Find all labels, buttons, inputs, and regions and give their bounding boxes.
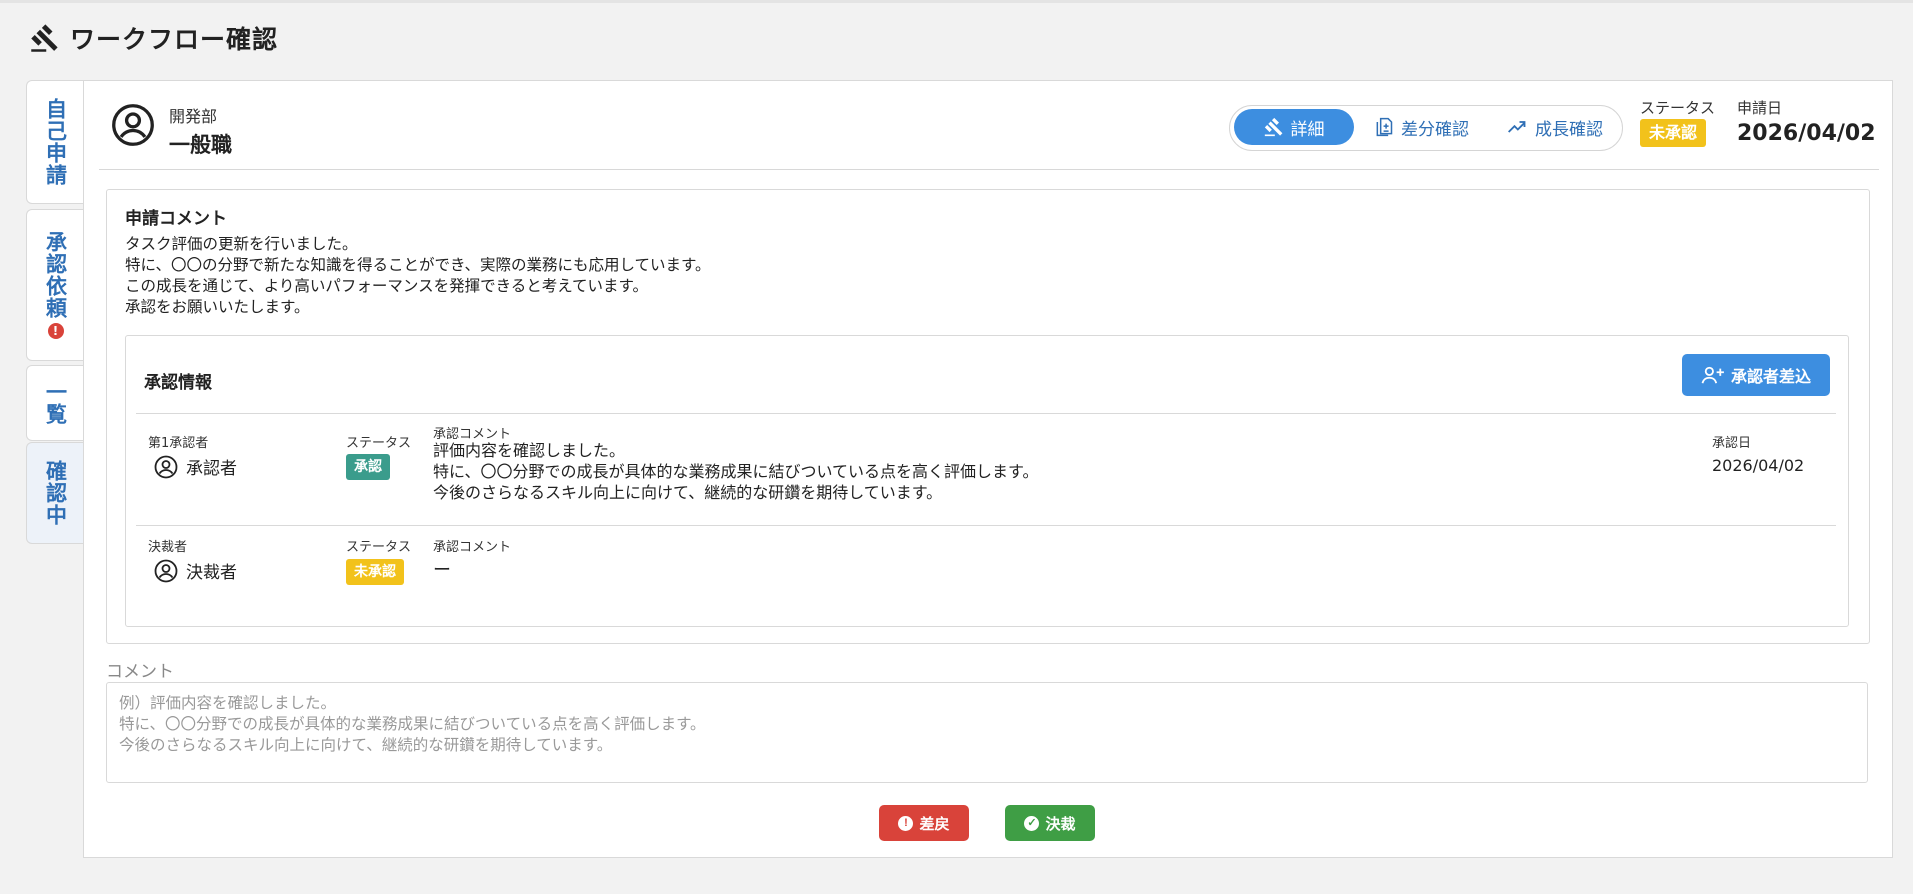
approval-info-box: 承認情報 承認者差込 第1承認者 承認者 ステータス 承認 承認コメント 評価内…	[125, 335, 1849, 627]
job-role: 一般職	[169, 133, 232, 157]
document-diff-icon	[1376, 117, 1393, 137]
comment-line: 評価内容を確認しました。	[433, 441, 626, 460]
approval-info-title: 承認情報	[144, 373, 212, 393]
tab-label: 自己申請	[43, 98, 68, 186]
tab-label: 一覧	[43, 381, 68, 425]
page-title: ワークフロー確認	[70, 25, 279, 54]
application-date-label: 申請日	[1737, 99, 1783, 117]
reject-label: 差戻	[919, 815, 950, 833]
approval-date-label: 承認日	[1712, 436, 1752, 451]
approval-date: 2026/04/02	[1712, 456, 1805, 475]
application-date: 2026/04/02	[1737, 121, 1876, 146]
comment-line: ー	[433, 560, 451, 581]
decider-name: 決裁者	[186, 563, 237, 583]
trending-up-icon	[1508, 121, 1526, 133]
comment-line: 今後のさらなるスキル向上に向けて、継続的な研鑽を期待しています。	[433, 483, 943, 502]
decider-status-label: ステータス	[346, 540, 412, 555]
decider-role-label: 決裁者	[148, 540, 188, 555]
page-header: ワークフロー確認	[30, 18, 278, 58]
comment-line: 特に、〇〇の分野で新たな知識を得ることができ、実際の業務にも応用しています。	[125, 256, 711, 274]
application-comment-title: 申請コメント	[125, 209, 227, 229]
main-panel: 開発部 一般職 詳細 差分確認 成長確認 ステータス 未承認 申請日 2026/…	[83, 80, 1893, 858]
status-value: 未承認	[1640, 119, 1707, 147]
application-comment-text: タスク評価の更新を行いました。 特に、〇〇の分野で新たな知識を得ることができ、実…	[125, 234, 710, 318]
tab-approval-request[interactable]: 承認依頼 !	[26, 209, 84, 361]
view-detail-button[interactable]: 詳細	[1234, 109, 1354, 145]
view-diff-label: 差分確認	[1401, 119, 1469, 140]
tab-in-review[interactable]: 確認中	[26, 442, 84, 544]
placeholder-line: 今後のさらなるスキル向上に向けて、継続的な研鑽を期待しています。	[119, 736, 613, 754]
view-diff-button[interactable]: 差分確認	[1360, 109, 1488, 145]
approver-row: 決裁者 決裁者 ステータス 未承認 承認コメント ー	[126, 526, 1848, 616]
placeholder-line: 特に、〇〇分野での成長が具体的な業務成果に結びついている点を高く評価します。	[119, 715, 706, 733]
user-avatar-icon	[154, 455, 178, 478]
view-detail-label: 詳細	[1290, 119, 1325, 140]
add-approver-label: 承認者差込	[1730, 369, 1811, 386]
department: 開発部	[169, 107, 218, 126]
status-label: ステータス	[1640, 99, 1716, 117]
placeholder-line: 例）評価内容を確認しました。	[119, 694, 337, 712]
approve-button[interactable]: ✓ 決裁	[1005, 805, 1095, 841]
status-badge: 未承認	[1640, 119, 1707, 147]
approver-status-value: 承認	[346, 454, 390, 480]
add-approver-button[interactable]: 承認者差込	[1682, 354, 1830, 396]
comment-textarea[interactable]: 例）評価内容を確認しました。 特に、〇〇分野での成長が具体的な業務成果に結びつい…	[106, 682, 1868, 783]
alert-icon: !	[898, 815, 914, 831]
decider-comment-label: 承認コメント	[433, 540, 512, 555]
user-avatar-icon	[112, 104, 154, 146]
tab-list[interactable]: 一覧	[26, 365, 84, 441]
approver-comment: 評価内容を確認しました。 特に、〇〇分野での成長が具体的な業務成果に結びついてい…	[433, 440, 1038, 503]
approver-name: 承認者	[186, 459, 237, 479]
approver-person: 承認者	[154, 454, 237, 479]
approver-status-badge: 承認	[346, 454, 390, 480]
top-strip	[0, 0, 1913, 3]
comment-line: 承認をお願いいたします。	[125, 298, 310, 316]
comment-line: タスク評価の更新を行いました。	[125, 235, 358, 253]
alert-icon: !	[47, 323, 64, 339]
view-toggle: 詳細 差分確認 成長確認	[1229, 105, 1623, 151]
approver-row: 第1承認者 承認者 ステータス 承認 承認コメント 評価内容を確認しました。 特…	[126, 414, 1848, 504]
application-comment-box: 申請コメント タスク評価の更新を行いました。 特に、〇〇の分野で新たな知識を得る…	[106, 189, 1870, 644]
reject-button[interactable]: ! 差戻	[879, 805, 969, 841]
comment-line: 特に、〇〇分野での成長が具体的な業務成果に結びついている点を高く評価します。	[433, 462, 1039, 481]
tab-label: 承認依頼	[43, 231, 68, 319]
tab-label: 確認中	[43, 460, 68, 526]
approve-label: 決裁	[1045, 815, 1076, 833]
decider-status-value: 未承認	[346, 559, 404, 585]
tab-self-application[interactable]: 自己申請	[26, 80, 84, 204]
decider-comment: ー	[433, 560, 451, 581]
approver-status-label: ステータス	[346, 436, 412, 451]
check-circle-icon: ✓	[1024, 815, 1040, 831]
comment-line: この成長を通じて、より高いパフォーマンスを発揮できると考えています。	[125, 277, 648, 295]
gavel-icon	[31, 24, 58, 52]
view-growth-label: 成長確認	[1535, 119, 1603, 140]
decider-person: 決裁者	[154, 558, 237, 583]
view-growth-button[interactable]: 成長確認	[1492, 109, 1618, 145]
decider-status-badge: 未承認	[346, 559, 404, 585]
approver-role-label: 第1承認者	[148, 436, 209, 451]
applicant-header: 開発部 一般職 詳細 差分確認 成長確認 ステータス 未承認 申請日 2026/…	[99, 81, 1879, 170]
user-avatar-icon	[154, 559, 178, 582]
comment-field-label: コメント	[106, 662, 174, 682]
person-add-icon	[1701, 366, 1724, 384]
gavel-icon	[1264, 117, 1282, 137]
